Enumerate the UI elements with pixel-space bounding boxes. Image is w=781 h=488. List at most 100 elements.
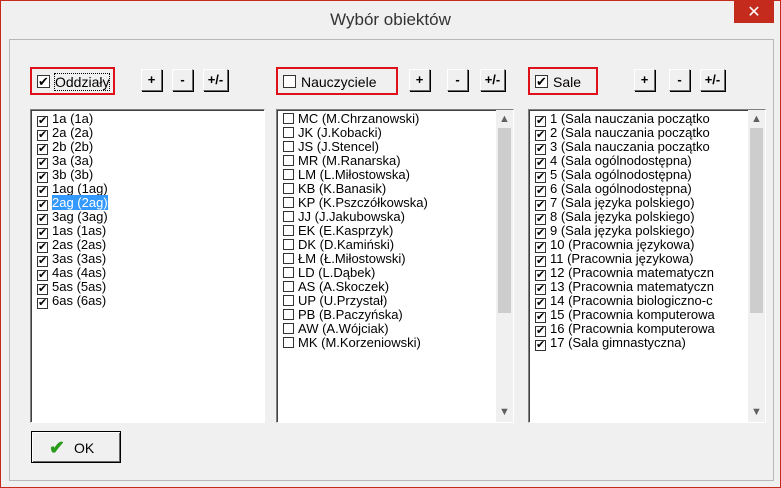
sale-checkbox[interactable]: ✔: [535, 75, 548, 88]
sale-scrollbar[interactable]: ▲ ▼: [748, 110, 765, 422]
nauczyciele-label[interactable]: Nauczyciele: [301, 74, 376, 90]
item-checkbox[interactable]: [283, 183, 294, 194]
list-item[interactable]: KB (K.Banasik): [279, 182, 428, 196]
list-item[interactable]: UP (U.Przystał): [279, 294, 428, 308]
item-checkbox[interactable]: [283, 309, 294, 320]
list-item[interactable]: ✔ 3ag (3ag): [33, 210, 108, 225]
group-header-nauczyciele: Nauczyciele: [276, 67, 398, 95]
list-item[interactable]: ✔ 6as (6as): [33, 294, 108, 309]
scroll-down-icon[interactable]: ▼: [748, 404, 765, 421]
list-item[interactable]: ✔ 16 (Pracownia komputerowa: [531, 322, 715, 337]
item-checkbox[interactable]: [283, 155, 294, 166]
nauczyciele-invert-button[interactable]: +/-: [480, 69, 505, 91]
item-checkbox[interactable]: [283, 225, 294, 236]
sale-invert-button[interactable]: +/-: [700, 69, 725, 91]
list-item[interactable]: ✔ 2a (2a): [33, 126, 108, 141]
item-checkbox[interactable]: [283, 113, 294, 124]
item-checkbox[interactable]: ✔: [37, 298, 48, 309]
item-checkbox[interactable]: [283, 253, 294, 264]
nauczyciele-deselect-all-button[interactable]: -: [447, 69, 468, 91]
item-checkbox[interactable]: [283, 197, 294, 208]
list-item[interactable]: ✔ 3 (Sala nauczania początko: [531, 140, 715, 155]
list-item[interactable]: ✔ 13 (Pracownia matematyczn: [531, 280, 715, 295]
item-checkbox[interactable]: [283, 295, 294, 306]
item-checkbox[interactable]: [283, 267, 294, 278]
list-item[interactable]: ✔ 1 (Sala nauczania początko: [531, 112, 715, 127]
item-label: 2b (2b): [52, 139, 94, 154]
list-item[interactable]: ✔ 2b (2b): [33, 139, 108, 155]
list-item[interactable]: MC (M.Chrzanowski): [279, 112, 428, 126]
list-item[interactable]: EK (E.Kasprzyk): [279, 224, 428, 238]
list-item[interactable]: JJ (J.Jakubowska): [279, 210, 428, 224]
list-item[interactable]: ✔ 7 (Sala języka polskiego): [531, 196, 715, 211]
item-label: 2as (2as): [52, 237, 107, 252]
list-item[interactable]: ✔ 3as (3as): [33, 252, 108, 267]
list-item[interactable]: ✔ 11 (Pracownia językowa): [531, 252, 715, 267]
nauczyciele-checkbox[interactable]: [283, 75, 296, 88]
item-checkbox[interactable]: [283, 239, 294, 250]
list-item[interactable]: ✔ 3b (3b): [33, 168, 108, 183]
list-item[interactable]: LM (L.Miłostowska): [279, 168, 428, 182]
list-item[interactable]: ✔ 5 (Sala ogólnodostępna): [531, 168, 715, 183]
close-button[interactable]: ✕: [734, 1, 774, 23]
oddzialy-label[interactable]: Oddziały: [53, 73, 111, 91]
sale-deselect-all-button[interactable]: -: [669, 69, 690, 91]
item-checkbox[interactable]: [283, 337, 294, 348]
list-item[interactable]: MK (M.Korzeniowski): [279, 336, 428, 350]
list-item[interactable]: ✔ 8 (Sala języka polskiego): [531, 210, 715, 225]
list-item[interactable]: ŁM (Ł.Miłostowski): [279, 252, 428, 266]
scroll-thumb[interactable]: [498, 128, 511, 313]
list-item[interactable]: JK (J.Kobacki): [279, 126, 428, 140]
nauczyciele-select-all-button[interactable]: +: [409, 69, 430, 91]
list-item[interactable]: ✔ 2as (2as): [33, 237, 108, 253]
oddzialy-invert-button[interactable]: +/-: [203, 69, 228, 91]
list-item[interactable]: ✔ 3a (3a): [33, 154, 108, 169]
item-label: 12 (Pracownia matematyczn: [550, 265, 715, 280]
list-item[interactable]: ✔ 15 (Pracownia komputerowa: [531, 308, 715, 323]
nauczyciele-scrollbar[interactable]: ▲ ▼: [496, 110, 513, 422]
scroll-up-icon[interactable]: ▲: [748, 111, 765, 128]
list-item[interactable]: ✔ 1as (1as): [33, 224, 108, 239]
sale-select-all-button[interactable]: +: [634, 69, 655, 91]
item-label: PB (B.Paczyńska): [298, 307, 403, 322]
scroll-thumb[interactable]: [750, 128, 763, 313]
list-item[interactable]: ✔ 1ag (1ag): [33, 182, 108, 197]
list-item[interactable]: ✔ 4as (4as): [33, 266, 108, 281]
oddzialy-deselect-all-button[interactable]: -: [172, 69, 193, 91]
item-checkbox[interactable]: [283, 211, 294, 222]
item-checkbox[interactable]: [283, 281, 294, 292]
list-item[interactable]: JS (J.Stencel): [279, 140, 428, 154]
oddzialy-select-all-button[interactable]: +: [141, 69, 162, 91]
sale-list[interactable]: ✔ 1 (Sala nauczania początko ✔ 2 (Sala nauc…: [528, 109, 766, 423]
nauczyciele-list[interactable]: MC (M.Chrzanowski) JK (J.Kobacki) JS (J.St…: [276, 109, 514, 423]
list-item[interactable]: AW (A.Wójciak): [279, 322, 428, 336]
oddzialy-list[interactable]: ✔ 1a (1a) ✔ 2a (2a) ✔ 2b (2b) ✔ 3a (3a) ✔ 3b (3b)…: [30, 109, 265, 423]
list-item[interactable]: DK (D.Kamiński): [279, 238, 428, 252]
list-item[interactable]: ✔ 14 (Pracownia biologiczno-c: [531, 294, 715, 309]
sale-label[interactable]: Sale: [553, 74, 581, 90]
list-item[interactable]: ✔ 9 (Sala języka polskiego): [531, 224, 715, 239]
list-item[interactable]: ✔ 12 (Pracownia matematyczn: [531, 265, 715, 281]
oddzialy-checkbox[interactable]: ✔: [37, 75, 50, 88]
item-checkbox[interactable]: [283, 169, 294, 180]
scroll-down-icon[interactable]: ▼: [496, 404, 513, 421]
list-item[interactable]: ✔ 17 (Sala gimnastyczna): [531, 336, 715, 351]
list-item[interactable]: ✔ 4 (Sala ogólnodostępna): [531, 154, 715, 169]
scroll-up-icon[interactable]: ▲: [496, 111, 513, 128]
item-checkbox[interactable]: [283, 141, 294, 152]
ok-button[interactable]: ✔ OK: [31, 431, 121, 463]
list-item[interactable]: ✔ 2ag (2ag): [33, 195, 108, 211]
list-item[interactable]: ✔ 5as (5as): [33, 280, 108, 295]
item-checkbox[interactable]: [283, 127, 294, 138]
list-item[interactable]: ✔ 10 (Pracownia językowa): [531, 238, 715, 253]
list-item[interactable]: KP (K.Pszczółkowska): [279, 196, 428, 210]
list-item[interactable]: MR (M.Ranarska): [279, 154, 428, 168]
list-item[interactable]: ✔ 2 (Sala nauczania początko: [531, 126, 715, 141]
list-item[interactable]: AS (A.Skoczek): [279, 280, 428, 294]
item-checkbox[interactable]: [283, 323, 294, 334]
list-item[interactable]: PB (B.Paczyńska): [279, 308, 428, 322]
item-checkbox[interactable]: ✔: [535, 340, 546, 351]
list-item[interactable]: ✔ 1a (1a): [33, 112, 108, 127]
list-item[interactable]: ✔ 6 (Sala ogólnodostępna): [531, 182, 715, 197]
list-item[interactable]: LD (L.Dąbek): [279, 266, 428, 280]
